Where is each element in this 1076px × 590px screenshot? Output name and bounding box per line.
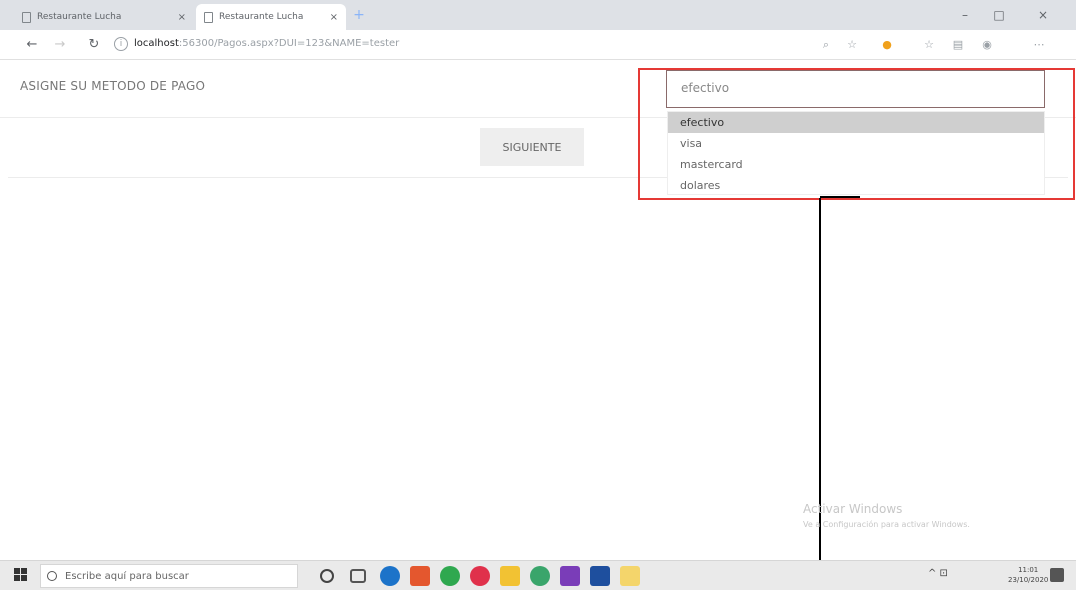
pointer-line-cap xyxy=(820,196,860,198)
next-button[interactable]: SIGUIENTE xyxy=(480,128,584,166)
profile-icon[interactable]: ◉ xyxy=(978,36,996,54)
browser-app-icon[interactable] xyxy=(530,566,550,586)
clock-date: 23/10/2020 xyxy=(1008,576,1049,584)
minimize-button[interactable]: – xyxy=(950,4,980,26)
sql-server-icon[interactable] xyxy=(590,566,610,586)
chrome-icon[interactable] xyxy=(440,566,460,586)
payment-method-select[interactable]: efectivo xyxy=(666,70,1045,108)
office-icon[interactable] xyxy=(410,566,430,586)
page-icon xyxy=(22,11,31,23)
visual-studio-icon[interactable] xyxy=(560,566,580,586)
browser-tab-1[interactable]: Restaurante Lucha × xyxy=(14,4,194,30)
firefox-icon[interactable] xyxy=(470,566,490,586)
taskbar-search-placeholder: Escribe aquí para buscar xyxy=(65,570,189,582)
close-window-button[interactable]: × xyxy=(1028,4,1058,26)
system-tray[interactable]: ^ ⊡ xyxy=(928,568,948,579)
star-icon[interactable]: ☆ xyxy=(843,36,861,54)
new-tab-button[interactable]: + xyxy=(350,6,368,24)
watermark-subtitle: Ve a Configuración para activar Windows. xyxy=(803,520,970,529)
taskbar-clock[interactable]: 11:01 23/10/2020 xyxy=(1008,565,1048,585)
collections-icon[interactable]: ▤ xyxy=(949,36,967,54)
watermark-title: Activar Windows xyxy=(803,502,903,516)
taskbar-search-input[interactable]: Escribe aquí para buscar xyxy=(40,564,298,588)
screen: Restaurante Lucha × Restaurante Lucha × … xyxy=(0,0,1076,590)
forward-button[interactable]: → xyxy=(50,35,70,55)
tab-title: Restaurante Lucha xyxy=(219,12,304,22)
url-field[interactable]: localhost:56300/Pagos.aspx?DUI=123&NAME=… xyxy=(134,38,399,49)
search-icon xyxy=(47,571,57,581)
browser-tab-2[interactable]: Restaurante Lucha × xyxy=(196,4,346,30)
tab-strip: Restaurante Lucha × Restaurante Lucha × … xyxy=(0,0,1076,30)
edge-icon[interactable] xyxy=(380,566,400,586)
tab-title: Restaurante Lucha xyxy=(37,12,122,22)
windows-start-icon[interactable] xyxy=(14,568,28,582)
page-icon xyxy=(204,11,213,23)
search-icon[interactable]: ⌕ xyxy=(817,36,835,54)
payment-method-dropdown: efectivo visa mastercard dolares xyxy=(667,111,1045,195)
windows-activation-watermark: Activar Windows Ve a Configuración para … xyxy=(803,502,970,529)
option-visa[interactable]: visa xyxy=(668,133,1044,154)
more-icon[interactable]: ⋯ xyxy=(1030,36,1048,54)
tab-close-icon[interactable]: × xyxy=(330,12,338,23)
option-dolares[interactable]: dolares xyxy=(668,175,1044,196)
pointer-line xyxy=(819,198,821,590)
reload-button[interactable]: ↻ xyxy=(84,35,104,55)
clock-time: 11:01 xyxy=(1018,566,1039,574)
cortana-icon[interactable] xyxy=(320,569,334,583)
info-icon[interactable]: i xyxy=(114,37,128,51)
back-button[interactable]: ← xyxy=(22,35,42,55)
option-mastercard[interactable]: mastercard xyxy=(668,154,1044,175)
address-bar: ← → ↻ i localhost:56300/Pagos.aspx?DUI=1… xyxy=(0,30,1076,60)
extension-icon[interactable]: ● xyxy=(878,36,896,54)
notifications-icon[interactable] xyxy=(1050,568,1064,582)
file-explorer-icon[interactable] xyxy=(500,566,520,586)
url-host: localhost xyxy=(134,38,179,49)
task-view-icon[interactable] xyxy=(350,569,366,583)
taskbar: Escribe aquí para buscar ^ ⊡ 11:01 23/10… xyxy=(0,560,1076,590)
favorites-icon[interactable]: ☆ xyxy=(920,36,938,54)
maximize-button[interactable]: □ xyxy=(984,4,1014,26)
folder-app-icon[interactable] xyxy=(620,566,640,586)
tab-close-icon[interactable]: × xyxy=(178,12,186,23)
payment-method-label: ASIGNE SU METODO DE PAGO xyxy=(20,79,206,93)
url-path: :56300/Pagos.aspx?DUI=123&NAME=tester xyxy=(178,38,400,49)
option-efectivo[interactable]: efectivo xyxy=(668,112,1044,133)
